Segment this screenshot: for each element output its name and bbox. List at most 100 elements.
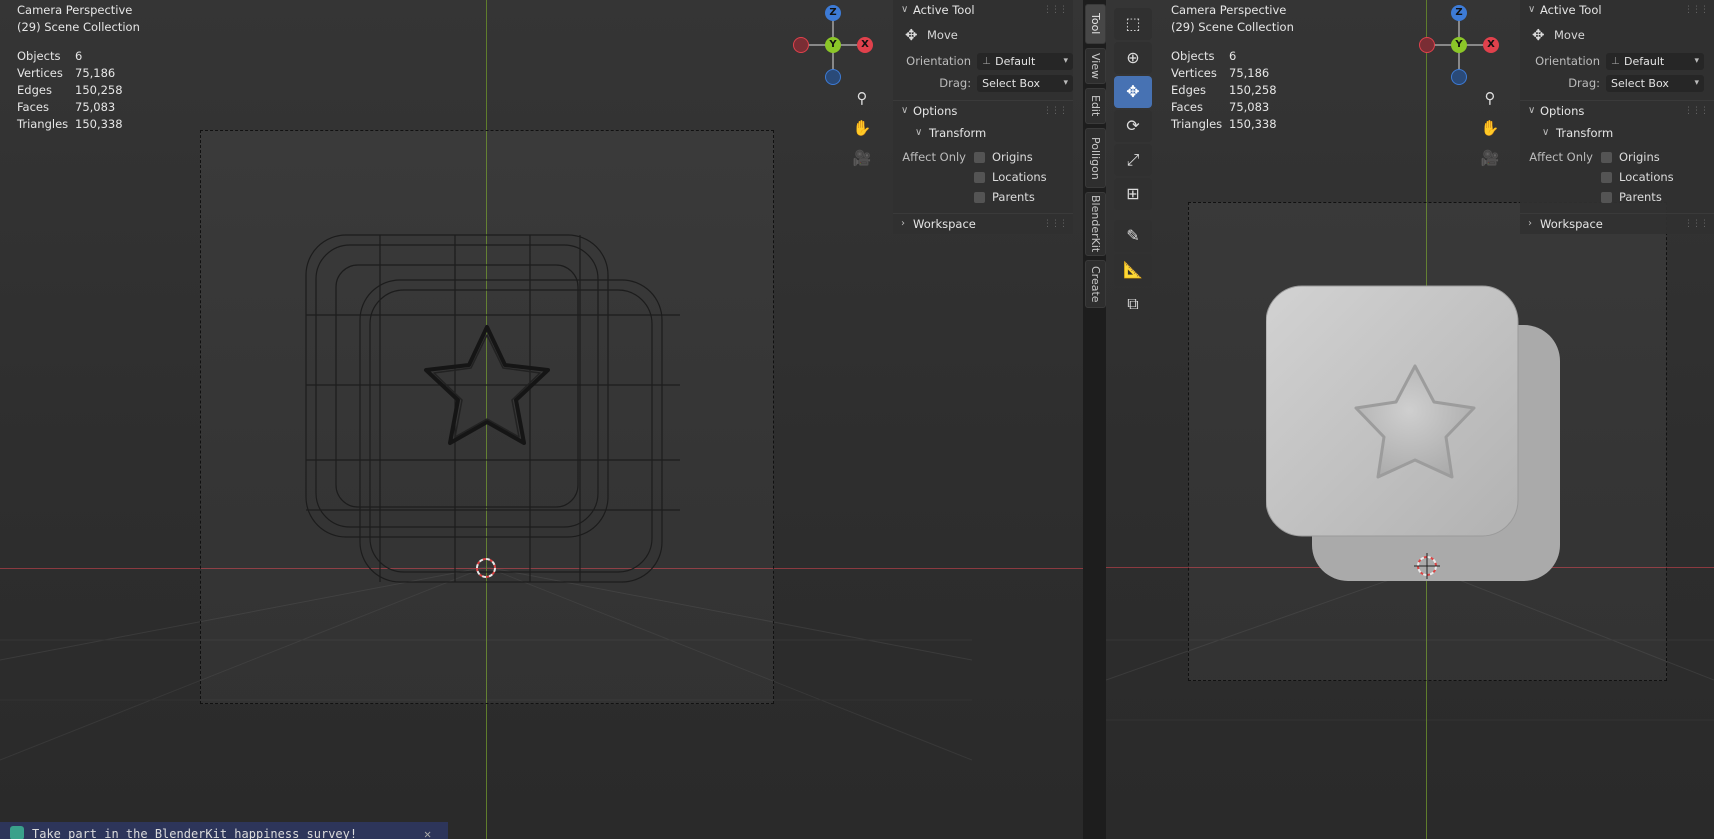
transform-subheader[interactable]: ∨ Transform bbox=[1520, 121, 1714, 145]
n-panel-right: ∨ Active Tool ⋮⋮⋮ ✥ Move Orientation ⊥ Defaul… bbox=[1520, 0, 1714, 234]
drag-label: Drag: bbox=[1568, 76, 1600, 90]
gizmo-neg-z-axis[interactable] bbox=[825, 69, 841, 85]
stat-row: Objects 6 bbox=[1171, 48, 1277, 65]
chevron-down-icon: ∨ bbox=[1528, 4, 1536, 15]
gizmo-y-axis[interactable]: Y bbox=[825, 37, 841, 53]
3d-cursor-icon[interactable] bbox=[474, 556, 498, 580]
parents-checkbox[interactable] bbox=[1601, 191, 1612, 203]
origins-checkbox[interactable] bbox=[974, 151, 985, 163]
drag-dropdown[interactable]: Select Box ▾ bbox=[977, 74, 1073, 92]
tab-view[interactable]: View bbox=[1085, 48, 1106, 84]
chevron-right-icon: › bbox=[1528, 218, 1532, 229]
add-cube-icon[interactable]: ⧉ bbox=[1114, 288, 1152, 320]
orientation-label: Orientation bbox=[1535, 54, 1600, 68]
tab-blenderkit[interactable]: BlenderKit bbox=[1085, 192, 1106, 256]
subpanel-title: Transform bbox=[1556, 126, 1614, 140]
transform-subheader[interactable]: ∨ Transform bbox=[893, 121, 1073, 145]
active-tool[interactable]: ✥ Move bbox=[893, 20, 1073, 50]
orientation-dropdown[interactable]: ⊥ Default ▾ bbox=[1606, 52, 1704, 70]
check-parents[interactable]: Parents bbox=[1520, 187, 1714, 207]
panel-title: Workspace bbox=[1540, 217, 1603, 231]
parents-checkbox[interactable] bbox=[974, 191, 985, 203]
gizmo-z-axis[interactable]: Z bbox=[1451, 5, 1467, 21]
tab-edit[interactable]: Edit bbox=[1085, 88, 1106, 124]
orientation-dropdown[interactable]: ⊥ Default ▾ bbox=[977, 52, 1073, 70]
check-parents[interactable]: Parents bbox=[893, 187, 1073, 207]
camera-icon[interactable]: 🎥 bbox=[1478, 146, 1502, 170]
orientation-label: Orientation bbox=[906, 54, 972, 68]
grip-icon[interactable]: ⋮⋮⋮ bbox=[1684, 214, 1709, 234]
orientation-row: Orientation ⊥ Default ▾ bbox=[893, 50, 1073, 72]
stat-label: Edges bbox=[1171, 83, 1206, 97]
gizmo-x-axis[interactable]: X bbox=[1483, 37, 1499, 53]
drag-row: Drag: Select Box ▾ bbox=[1520, 72, 1714, 94]
close-icon[interactable]: ✕ bbox=[424, 822, 431, 839]
panel-title: Workspace bbox=[913, 217, 976, 231]
active-tool-header[interactable]: ∨ Active Tool ⋮⋮⋮ bbox=[893, 0, 1073, 20]
gizmo-neg-x-axis[interactable] bbox=[1419, 37, 1435, 53]
drag-value: Select Box bbox=[1611, 76, 1669, 90]
viewport-left[interactable]: Camera Perspective (29) Scene Collection… bbox=[0, 0, 1083, 839]
check-locations[interactable]: Locations bbox=[893, 167, 1073, 187]
origins-checkbox[interactable] bbox=[1601, 151, 1612, 163]
check-locations[interactable]: Locations bbox=[1520, 167, 1714, 187]
blenderkit-survey-banner[interactable]: Take part in the BlenderKit happiness su… bbox=[0, 822, 448, 839]
grip-icon[interactable]: ⋮⋮⋮ bbox=[1043, 214, 1068, 234]
zoom-icon[interactable]: ⚲ bbox=[850, 86, 874, 110]
orientation-icon: ⊥ bbox=[982, 55, 991, 67]
active-tool[interactable]: ✥ Move bbox=[1520, 20, 1714, 50]
locations-checkbox[interactable] bbox=[974, 171, 985, 183]
check-origins[interactable]: Affect Only Origins bbox=[893, 147, 1073, 167]
move-icon: ✥ bbox=[1532, 26, 1545, 44]
workspace-header[interactable]: › Workspace ⋮⋮⋮ bbox=[1520, 213, 1714, 234]
gizmo-neg-z-axis[interactable] bbox=[1451, 69, 1467, 85]
3d-cursor-icon[interactable] bbox=[1414, 553, 1440, 579]
chevron-down-icon: ∨ bbox=[915, 127, 923, 138]
tab-create[interactable]: Create bbox=[1085, 260, 1106, 308]
scale-icon[interactable]: ⤢ bbox=[1114, 144, 1152, 176]
cursor-icon[interactable]: ⊕ bbox=[1114, 42, 1152, 74]
camera-icon[interactable]: 🎥 bbox=[850, 146, 874, 170]
options-header[interactable]: ∨ Options ⋮⋮⋮ bbox=[893, 100, 1073, 121]
grip-icon[interactable]: ⋮⋮⋮ bbox=[1043, 0, 1068, 20]
gizmo-z-axis[interactable]: Z bbox=[825, 5, 841, 21]
move-icon[interactable]: ✥ bbox=[1114, 76, 1152, 108]
hand-pan-icon[interactable]: ✋ bbox=[850, 116, 874, 140]
drag-row: Drag: Select Box ▾ bbox=[893, 72, 1073, 94]
check-label: Locations bbox=[992, 170, 1047, 184]
options-header[interactable]: ∨ Options ⋮⋮⋮ bbox=[1520, 100, 1714, 121]
select-box-icon[interactable]: ⬚ bbox=[1114, 8, 1152, 40]
gizmo-y-axis[interactable]: Y bbox=[1451, 37, 1467, 53]
check-label: Origins bbox=[1619, 150, 1660, 164]
viewport-right[interactable]: Camera Perspective (29) Scene Collection… bbox=[1106, 0, 1714, 839]
navigation-gizmo[interactable]: Z Y X bbox=[788, 0, 876, 88]
check-origins[interactable]: Affect Only Origins bbox=[1520, 147, 1714, 167]
tab-tool[interactable]: Tool bbox=[1085, 4, 1106, 44]
chevron-down-icon: ▾ bbox=[1063, 56, 1068, 66]
active-tool-header[interactable]: ∨ Active Tool ⋮⋮⋮ bbox=[1520, 0, 1714, 20]
measure-icon[interactable]: 📐 bbox=[1114, 254, 1152, 286]
grip-icon[interactable]: ⋮⋮⋮ bbox=[1684, 0, 1709, 20]
gizmo-x-axis[interactable]: X bbox=[857, 37, 873, 53]
grip-icon[interactable]: ⋮⋮⋮ bbox=[1043, 101, 1068, 121]
grip-icon[interactable]: ⋮⋮⋮ bbox=[1684, 101, 1709, 121]
gizmo-neg-x-axis[interactable] bbox=[793, 37, 809, 53]
chevron-down-icon: ∨ bbox=[1542, 127, 1550, 138]
navigation-gizmo[interactable]: Z Y X bbox=[1414, 0, 1502, 88]
rotate-icon[interactable]: ⟳ bbox=[1114, 110, 1152, 142]
drag-value: Select Box bbox=[982, 76, 1040, 90]
annotate-icon[interactable]: ✎ bbox=[1114, 220, 1152, 252]
locations-checkbox[interactable] bbox=[1601, 171, 1612, 183]
blenderkit-logo-icon bbox=[10, 826, 24, 839]
drag-dropdown[interactable]: Select Box ▾ bbox=[1606, 74, 1704, 92]
affect-only-label: Affect Only bbox=[1529, 150, 1593, 164]
workspace-header[interactable]: › Workspace ⋮⋮⋮ bbox=[893, 213, 1073, 234]
stat-row: Edges 150,258 bbox=[1171, 82, 1277, 99]
stat-value: 150,338 bbox=[1229, 117, 1277, 131]
zoom-icon[interactable]: ⚲ bbox=[1478, 86, 1502, 110]
transform-icon[interactable]: ⊞ bbox=[1114, 178, 1152, 210]
hand-pan-icon[interactable]: ✋ bbox=[1478, 116, 1502, 140]
scene-stats: Objects 6 Vertices 75,186 Edges 150,258 Fac… bbox=[1171, 48, 1277, 133]
affect-only-label: Affect Only bbox=[902, 150, 966, 164]
tab-polligon[interactable]: Polligon bbox=[1085, 128, 1106, 188]
